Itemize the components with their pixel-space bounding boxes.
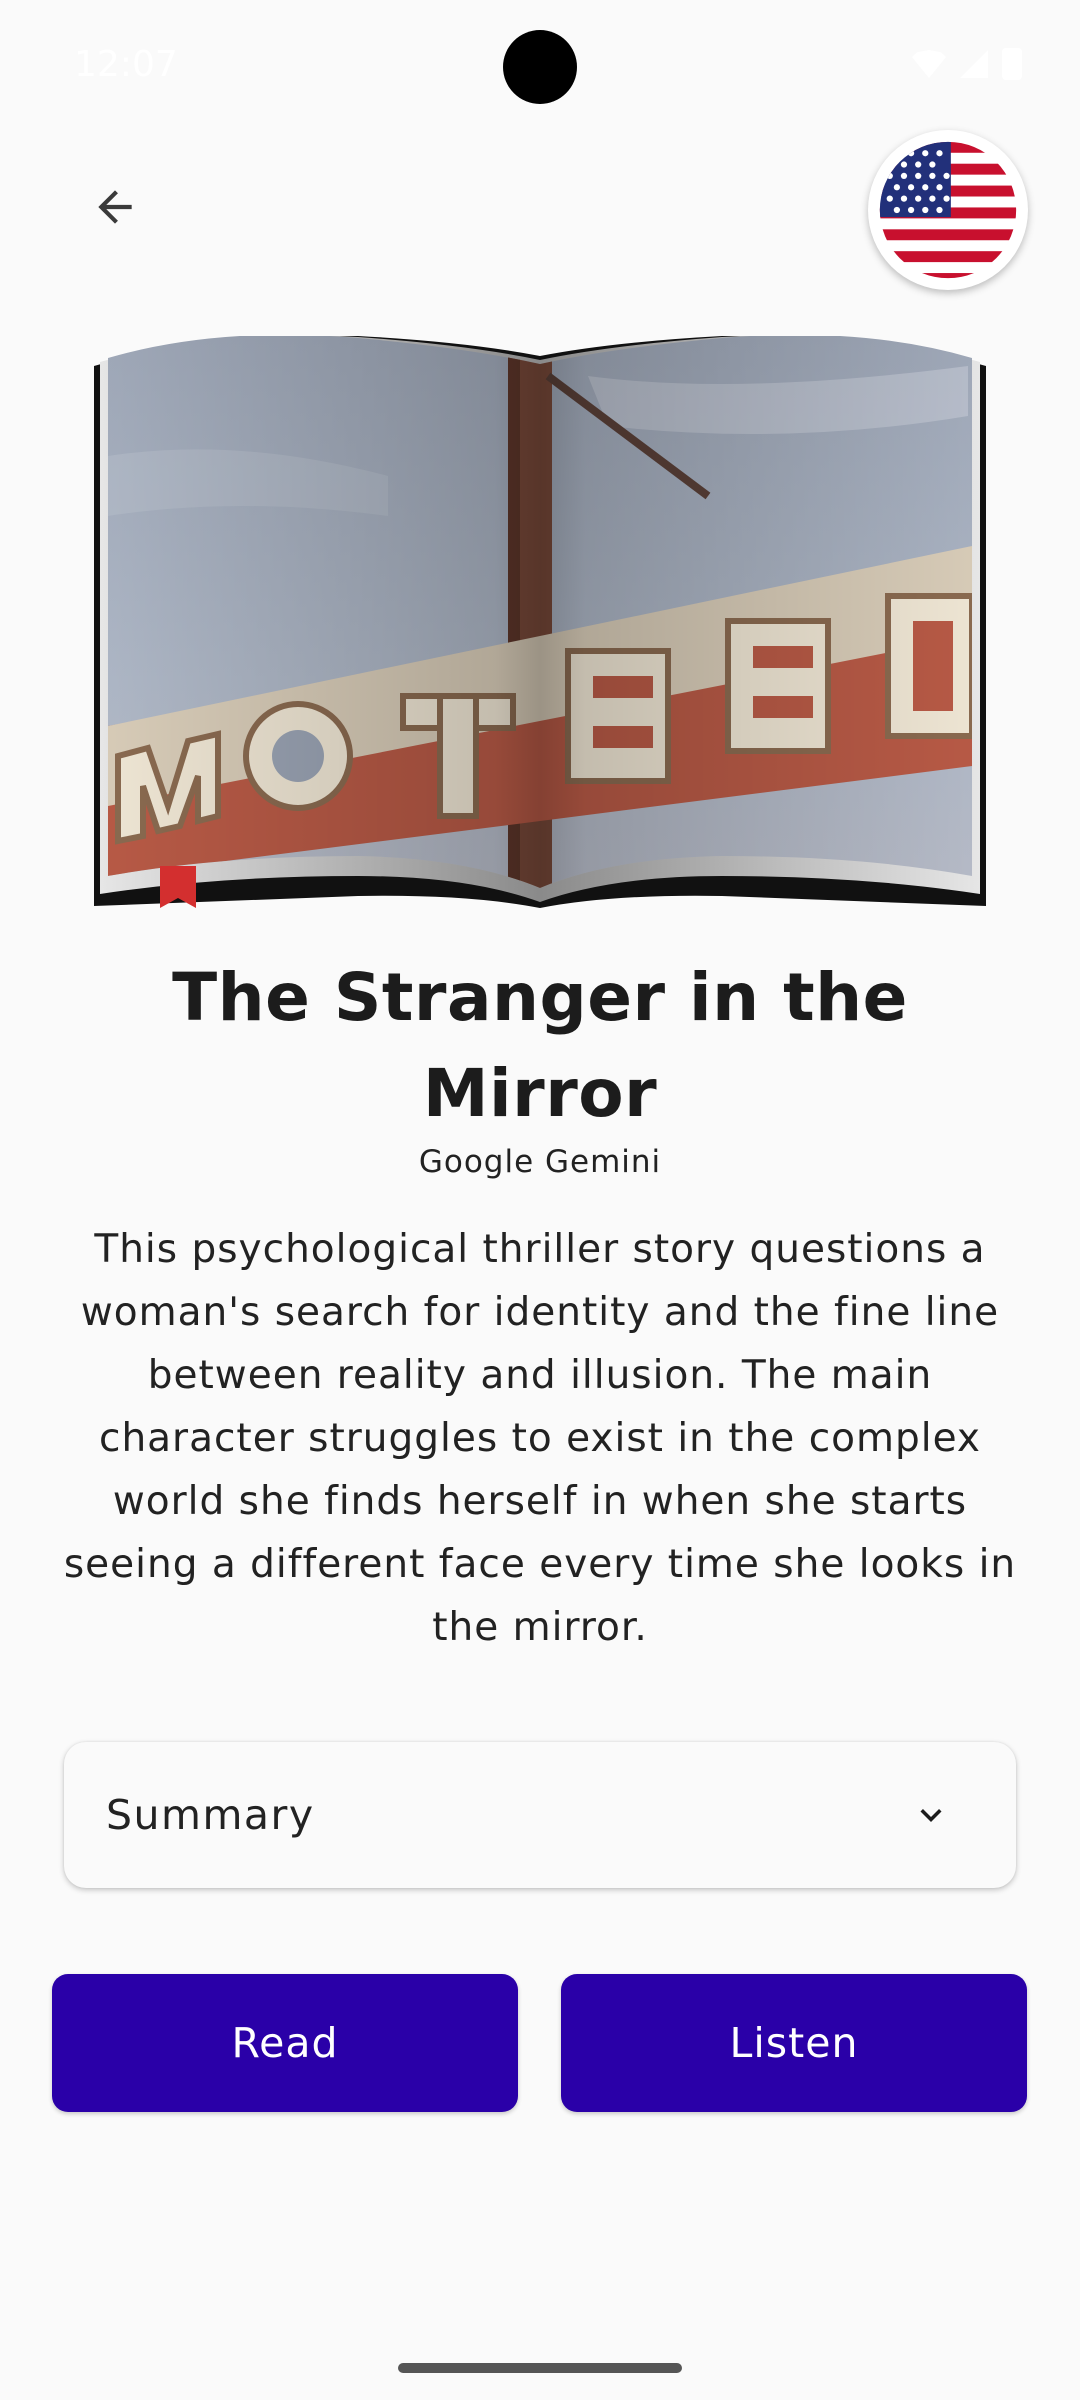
- chevron-down-icon: [920, 1809, 942, 1822]
- summary-dropdown[interactable]: Summary: [64, 1742, 1016, 1888]
- status-icons: [912, 48, 1022, 80]
- book-title: The Stranger in the Mirror: [172, 959, 908, 1132]
- signal-icon: [960, 50, 988, 78]
- status-time: 12:07: [74, 44, 178, 85]
- book-author: Google Gemini: [418, 1144, 662, 1180]
- arrow-left-icon: [98, 190, 132, 224]
- book-detail-screen: 12:07 The Stranger in the Mirror Google …: [0, 0, 1080, 2400]
- book-cover-illustration: [94, 336, 986, 908]
- read-button[interactable]: Read: [52, 1974, 518, 2112]
- language-flag-button[interactable]: [868, 130, 1028, 290]
- book-description: This psychological thriller story questi…: [63, 1227, 1017, 1650]
- back-button[interactable]: [80, 172, 150, 242]
- listen-button[interactable]: Listen: [561, 1974, 1027, 2112]
- wifi-icon: [912, 50, 946, 78]
- us-flag-icon: [879, 141, 1017, 279]
- summary-label: Summary: [106, 1791, 315, 1839]
- camera-cutout: [503, 30, 577, 104]
- battery-icon: [1002, 48, 1022, 80]
- home-indicator[interactable]: [398, 2363, 682, 2373]
- status-bar: 12:07: [0, 0, 1080, 130]
